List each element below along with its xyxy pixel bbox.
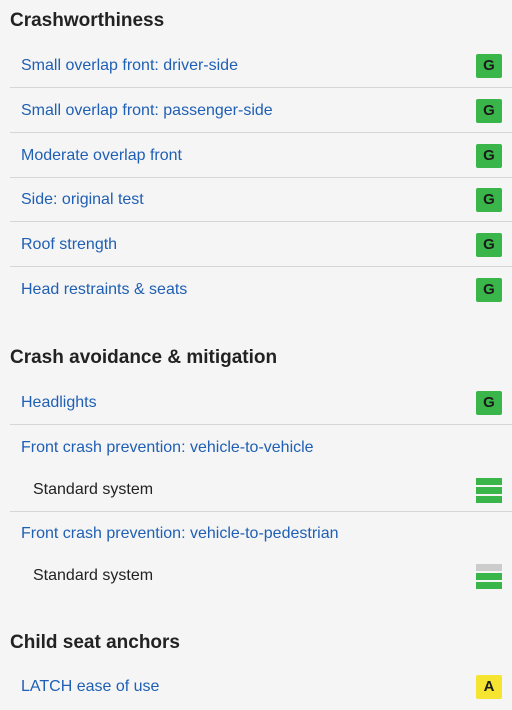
rating-subrow-v2v-system: Standard system — [10, 468, 512, 512]
rating-badge-acceptable: A — [476, 675, 502, 699]
rating-badge-good: G — [476, 233, 502, 257]
rating-bar — [476, 478, 502, 485]
rating-link[interactable]: Headlights — [21, 393, 97, 413]
crash-avoidance-heading: Crash avoidance & mitigation — [10, 347, 278, 368]
rating-bars-icon — [476, 478, 502, 504]
system-label: Standard system — [33, 567, 154, 584]
system-label: Standard system — [33, 481, 154, 498]
rating-bar — [476, 487, 502, 494]
rating-link[interactable]: Front crash prevention: vehicle-to-pedes… — [21, 524, 339, 544]
rating-badge-good: G — [476, 144, 502, 168]
rating-link[interactable]: Side: original test — [21, 190, 144, 210]
crashworthiness-heading: Crashworthiness — [10, 10, 165, 31]
rating-badge-good: G — [476, 278, 502, 302]
rating-row-side-original[interactable]: Side: original test G — [10, 178, 512, 222]
rating-row-small-overlap-driver[interactable]: Small overlap front: driver-side G — [10, 44, 512, 88]
rating-bar — [476, 496, 502, 503]
rating-link[interactable]: Moderate overlap front — [21, 146, 182, 166]
rating-link[interactable]: Head restraints & seats — [21, 280, 187, 300]
rating-row-roof-strength[interactable]: Roof strength G — [10, 223, 512, 267]
rating-subrow-v2p-system: Standard system — [10, 554, 512, 598]
rating-row-head-restraints[interactable]: Head restraints & seats G — [10, 268, 512, 312]
rating-link[interactable]: LATCH ease of use — [21, 677, 159, 697]
rating-bar — [476, 573, 502, 580]
rating-row-small-overlap-passenger[interactable]: Small overlap front: passenger-side G — [10, 89, 512, 133]
rating-badge-good: G — [476, 391, 502, 415]
rating-row-front-crash-v2v[interactable]: Front crash prevention: vehicle-to-vehic… — [10, 426, 512, 470]
rating-link[interactable]: Small overlap front: passenger-side — [21, 101, 273, 121]
rating-badge-good: G — [476, 99, 502, 123]
rating-link[interactable]: Roof strength — [21, 235, 117, 255]
rating-row-front-crash-v2p[interactable]: Front crash prevention: vehicle-to-pedes… — [10, 512, 512, 556]
rating-bar — [476, 564, 502, 571]
rating-badge-good: G — [476, 188, 502, 212]
rating-bar — [476, 582, 502, 589]
child-seat-heading: Child seat anchors — [10, 632, 180, 653]
rating-link[interactable]: Small overlap front: driver-side — [21, 56, 238, 76]
rating-row-headlights[interactable]: Headlights G — [10, 381, 512, 425]
rating-badge-good: G — [476, 54, 502, 78]
rating-row-moderate-overlap[interactable]: Moderate overlap front G — [10, 134, 512, 178]
rating-row-latch[interactable]: LATCH ease of use A — [10, 665, 512, 709]
rating-bars-icon — [476, 564, 502, 590]
rating-link[interactable]: Front crash prevention: vehicle-to-vehic… — [21, 438, 314, 458]
